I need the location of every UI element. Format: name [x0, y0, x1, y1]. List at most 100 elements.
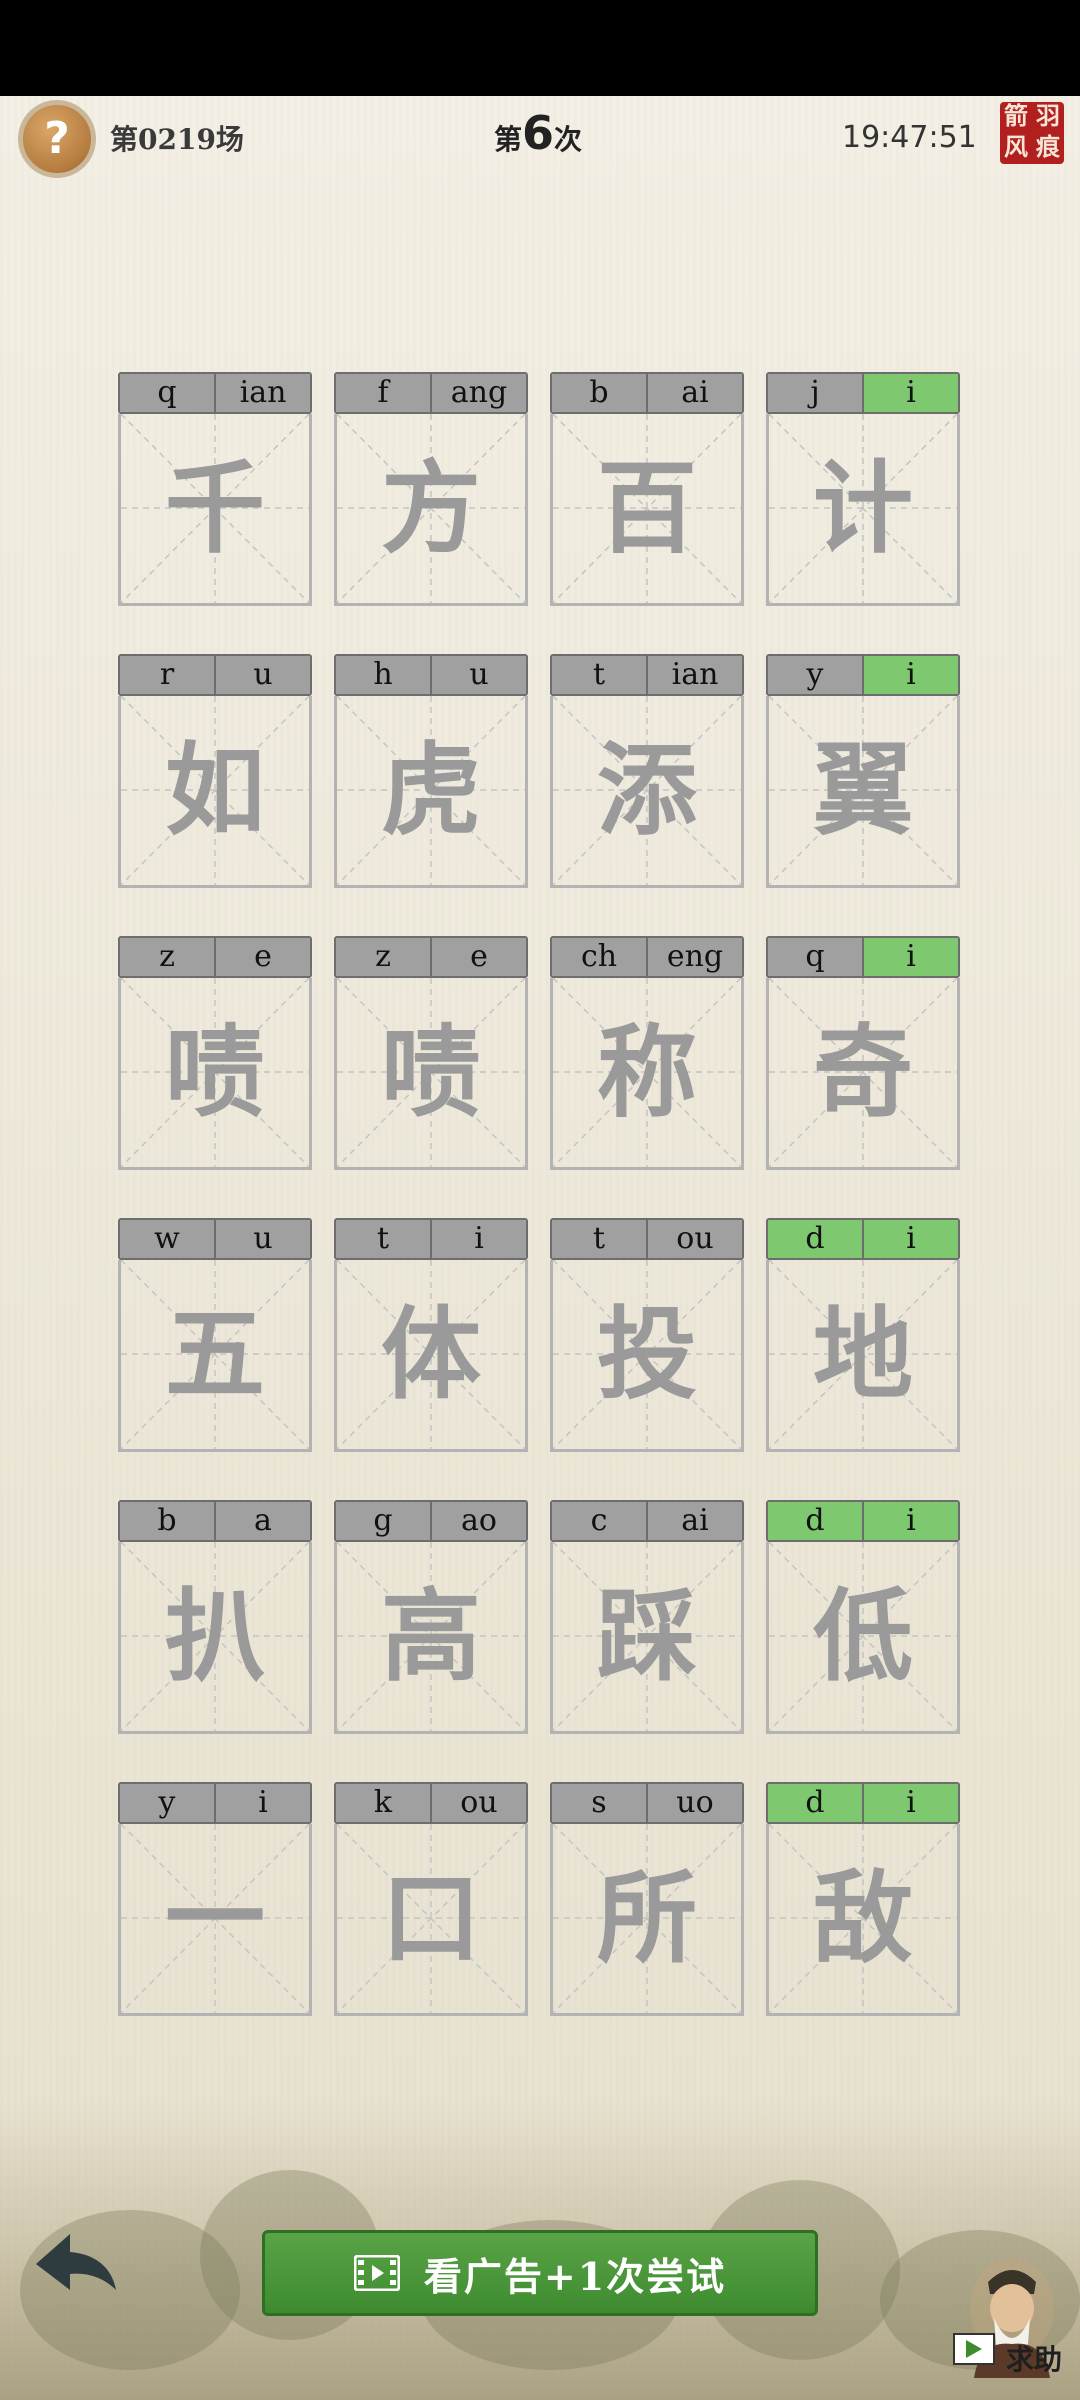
pinyin-initial: z — [336, 938, 430, 976]
hanzi-character: 千 — [165, 449, 265, 567]
character-card[interactable]: s uo 所 — [550, 1782, 744, 2016]
pinyin-final: ou — [646, 1220, 742, 1258]
hanzi-character: 称 — [597, 1013, 697, 1131]
tianzige-box: 奇 — [766, 978, 960, 1170]
help-label[interactable]: 求助 — [1006, 2338, 1062, 2378]
tianzige-box: 啧 — [118, 978, 312, 1170]
help-button[interactable]: ? — [18, 100, 96, 178]
hanzi-character: 敌 — [813, 1859, 913, 1977]
pinyin-final: i — [862, 374, 958, 412]
watch-ad-button[interactable]: 看广告+1次尝试 — [262, 2230, 818, 2316]
character-card[interactable]: ze啧 — [334, 936, 528, 1170]
pinyin-final: ao — [430, 1502, 526, 1540]
attempt-number: 6 — [522, 106, 555, 160]
character-card[interactable]: g ao 高 — [334, 1500, 528, 1734]
pinyin-final: a — [214, 1502, 310, 1540]
back-arrow-icon[interactable] — [30, 2226, 120, 2296]
pinyin-initial: ch — [552, 938, 646, 976]
pinyin-initial: b — [120, 1502, 214, 1540]
pinyin-final: eng — [646, 938, 742, 976]
hanzi-character: 啧 — [165, 1013, 265, 1131]
pinyin-header: t ou — [550, 1218, 744, 1260]
pinyin-header: hu — [334, 654, 528, 696]
tianzige-box: 如 — [118, 696, 312, 888]
watch-ad-label: 看广告+1次尝试 — [423, 2253, 727, 2299]
pinyin-initial: y — [768, 656, 862, 694]
tianzige-box: 虎 — [334, 696, 528, 888]
pinyin-header: wu — [118, 1218, 312, 1260]
character-card[interactable]: hu 虎 — [334, 654, 528, 888]
tianzige-box: 敌 — [766, 1824, 960, 2016]
hanzi-character: 如 — [165, 731, 265, 849]
pinyin-header: di — [766, 1500, 960, 1542]
tianzige-box: 百 — [550, 414, 744, 606]
tianzige-box: 五 — [118, 1260, 312, 1452]
character-card[interactable]: ze啧 — [118, 936, 312, 1170]
pinyin-initial: c — [552, 1502, 646, 1540]
hanzi-character: 虎 — [381, 731, 481, 849]
tianzige-box: 地 — [766, 1260, 960, 1452]
hanzi-character: 低 — [813, 1577, 913, 1695]
hanzi-character: 投 — [597, 1295, 697, 1413]
hanzi-character: 五 — [165, 1295, 265, 1413]
pinyin-final: i — [430, 1220, 526, 1258]
character-card[interactable]: di地 — [766, 1218, 960, 1452]
pinyin-header: di — [766, 1782, 960, 1824]
pinyin-initial: s — [552, 1784, 646, 1822]
character-card[interactable]: t ou 投 — [550, 1218, 744, 1452]
seal-char: 箭 — [1004, 101, 1028, 130]
character-card[interactable]: yi翼 — [766, 654, 960, 888]
pinyin-header: qi — [766, 936, 960, 978]
character-card[interactable]: k ou 口 — [334, 1782, 528, 2016]
character-card[interactable]: ru如 — [118, 654, 312, 888]
character-card[interactable]: ba扒 — [118, 1500, 312, 1734]
hanzi-character: 踩 — [597, 1577, 697, 1695]
pinyin-header: ti — [334, 1218, 528, 1260]
character-card[interactable]: ch eng 称 — [550, 936, 744, 1170]
pinyin-initial: f — [336, 374, 430, 412]
character-card[interactable]: ji 计 — [766, 372, 960, 606]
character-card[interactable]: wu 五 — [118, 1218, 312, 1452]
pinyin-header: k ou — [334, 1782, 528, 1824]
hanzi-character: 方 — [381, 449, 481, 567]
hanzi-character: 翼 — [813, 731, 913, 849]
tianzige-box: 高 — [334, 1542, 528, 1734]
round-label: 第0219场 — [110, 123, 244, 156]
character-card[interactable]: yi一 — [118, 1782, 312, 2016]
character-card[interactable]: ti体 — [334, 1218, 528, 1452]
pinyin-final: ian — [214, 374, 310, 412]
seal-logo: 箭 羽 风 痕 — [1000, 102, 1064, 164]
character-card[interactable]: q ian 千 — [118, 372, 312, 606]
character-card[interactable]: di敌 — [766, 1782, 960, 2016]
pinyin-final: i — [862, 656, 958, 694]
pinyin-initial: d — [768, 1502, 862, 1540]
pinyin-initial: q — [120, 374, 214, 412]
pinyin-header: q ian — [118, 372, 312, 414]
hanzi-character: 所 — [597, 1859, 697, 1977]
pinyin-initial: y — [120, 1784, 214, 1822]
pinyin-final: u — [430, 656, 526, 694]
character-card[interactable]: t ian 添 — [550, 654, 744, 888]
pinyin-header: ch eng — [550, 936, 744, 978]
pinyin-final: i — [862, 1220, 958, 1258]
seal-char: 羽 — [1036, 101, 1060, 130]
pinyin-header: b ai — [550, 372, 744, 414]
character-card[interactable]: b ai 百 — [550, 372, 744, 606]
character-card[interactable]: qi奇 — [766, 936, 960, 1170]
pinyin-final: u — [214, 656, 310, 694]
pinyin-header: c ai — [550, 1500, 744, 1542]
pinyin-final: ou — [430, 1784, 526, 1822]
character-card[interactable]: c ai 踩 — [550, 1500, 744, 1734]
hanzi-character: 计 — [813, 449, 913, 567]
timer: 19:47:51 — [842, 120, 977, 155]
pinyin-initial: d — [768, 1784, 862, 1822]
character-card[interactable]: f ang 方 — [334, 372, 528, 606]
pinyin-header: f ang — [334, 372, 528, 414]
pinyin-final: e — [430, 938, 526, 976]
pinyin-initial: q — [768, 938, 862, 976]
pinyin-final: i — [862, 1784, 958, 1822]
tianzige-box: 添 — [550, 696, 744, 888]
pinyin-header: ji — [766, 372, 960, 414]
hanzi-character: 百 — [597, 449, 697, 567]
character-card[interactable]: di 低 — [766, 1500, 960, 1734]
